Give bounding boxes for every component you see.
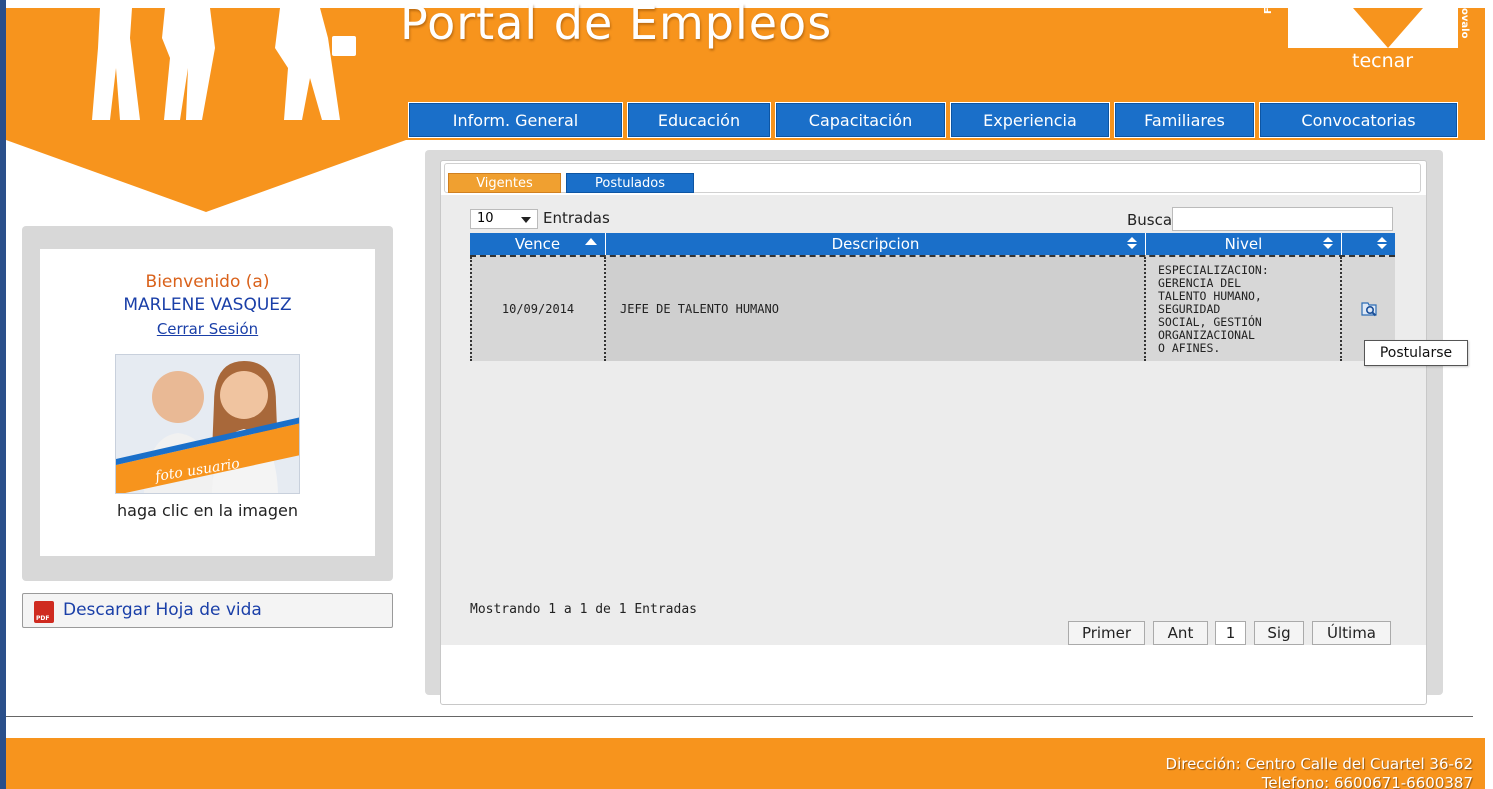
table-info: Mostrando 1 a 1 de 1 Entradas [470,602,697,617]
column-header-descripcion[interactable]: Descripcion [606,233,1146,255]
nav-convocatorias[interactable]: Convocatorias [1259,102,1458,138]
nav-educacion[interactable]: Educación [627,102,771,138]
column-header-label: Vence [514,235,561,253]
sort-icon [1127,237,1137,251]
logo-side-text-right: ovalo [1459,8,1470,39]
nav-capacitacion[interactable]: Capacitación [775,102,946,138]
nav-familiares[interactable]: Familiares [1114,102,1255,138]
table-row: 10/09/2014 JEFE DE TALENTO HUMANO ESPECI… [470,255,1395,361]
footer-address: Dirección: Centro Calle del Cuartel 36-6… [1165,755,1473,773]
sort-icon [1377,237,1387,251]
search-input[interactable] [1172,207,1393,231]
portal-title: Portal de Empleos [400,0,833,50]
download-cv-label: Descargar Hoja de vida [63,600,262,620]
page-size-value: 10 [477,211,494,226]
entries-label: Entradas [543,209,610,227]
logout-link[interactable]: Cerrar Sesión [40,320,375,338]
pdf-icon: PDF [34,601,54,623]
user-photo[interactable]: foto usuario [115,354,300,494]
footer-divider [6,716,1473,717]
download-cv-button[interactable]: PDF Descargar Hoja de vida [22,593,393,628]
cell-vence: 10/09/2014 [470,257,606,361]
pager-prev-button[interactable]: Ant [1153,621,1208,645]
tab-vigentes[interactable]: Vigentes [448,173,561,193]
sort-asc-icon [585,238,597,245]
cell-nivel: ESPECIALIZACION: GERENCIA DEL TALENTO HU… [1146,257,1342,361]
pdf-icon-label: PDF [36,615,50,622]
column-header-vence[interactable]: Vence [470,233,606,255]
pager-next-button[interactable]: Sig [1254,621,1304,645]
column-header-label: Nivel [1224,235,1263,253]
welcome-text: Bienvenido (a) [145,272,270,292]
table-header: Vence Descripcion Nivel [470,233,1395,255]
pager-first-button[interactable]: Primer [1068,621,1145,645]
apply-tooltip: Postularse [1364,340,1468,366]
column-header-label: Descripcion [831,235,920,253]
header-chevron [6,140,406,212]
user-name: MARLENE VASQUEZ [123,295,292,315]
cell-descripcion: JEFE DE TALENTO HUMANO [606,257,1146,361]
footer-phone: Telefono: 6600671-6600387 [1261,774,1473,789]
logo-side-text-left: Fund [1263,0,1274,14]
logo-text: tecnar [1352,50,1414,72]
tab-postulados[interactable]: Postulados [566,173,694,193]
nav-experiencia[interactable]: Experiencia [950,102,1110,138]
chevron-down-icon [521,217,531,223]
nav-inform-general[interactable]: Inform. General [408,102,623,138]
column-header-actions[interactable] [1342,233,1395,255]
main-nav: Inform. General Educación Capacitación E… [408,102,1458,138]
search-label: Buscar [1127,211,1179,229]
photo-caption: haga clic en la imagen [117,501,298,520]
column-header-nivel[interactable]: Nivel [1146,233,1342,255]
page-size-select[interactable]: 10 [470,209,538,229]
sort-icon [1323,237,1333,251]
people-silhouettes-icon [92,8,356,120]
pager-current-page[interactable]: 1 [1215,621,1246,645]
page-root: Portal de Empleos tecnar Fund ovalo Info… [0,0,1493,789]
pager-last-button[interactable]: Última [1312,621,1391,645]
avatar-icon: foto usuario [116,355,299,493]
apply-magnifier-icon[interactable] [1360,300,1378,318]
